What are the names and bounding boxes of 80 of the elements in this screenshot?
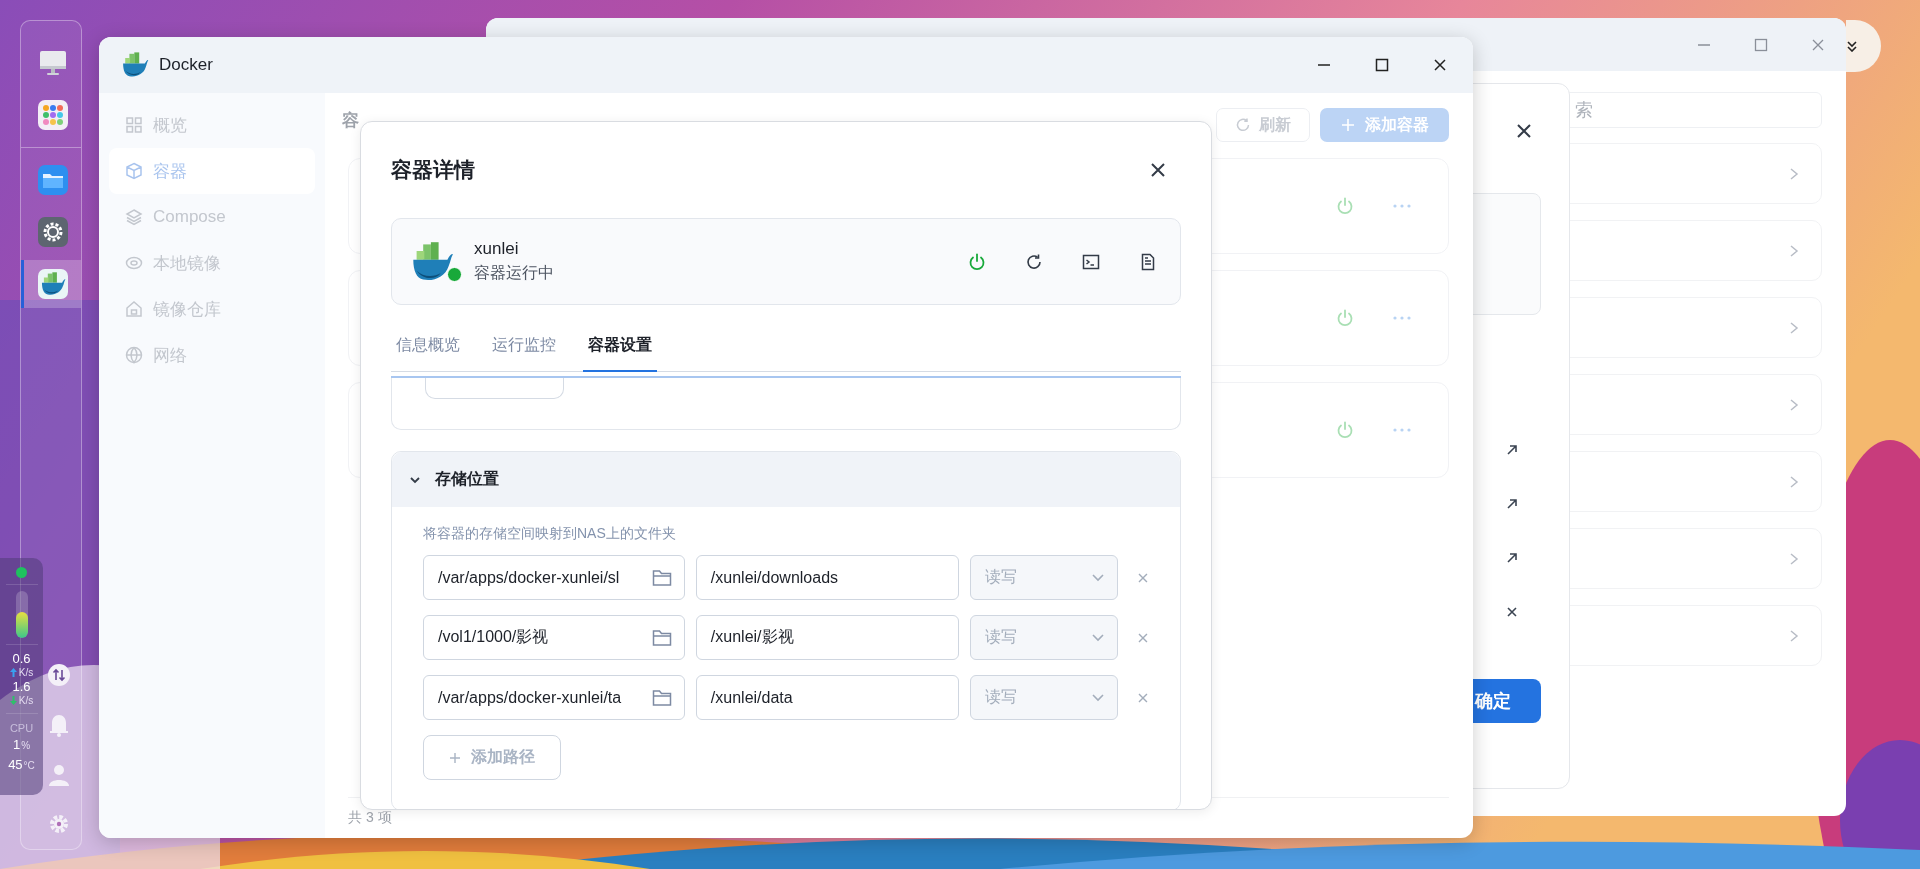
folder-icon (36, 164, 69, 196)
globe-icon (125, 346, 143, 364)
more-icon[interactable] (1393, 428, 1411, 432)
plus-icon (1340, 118, 1355, 132)
bell-icon[interactable] (48, 713, 70, 737)
up-arrow-icon (9, 668, 17, 677)
double-chevron-icon (1847, 40, 1857, 52)
arrow-icon[interactable] (1505, 497, 1519, 511)
power-icon[interactable] (1335, 196, 1355, 216)
item-count: 共 3 项 (348, 809, 392, 827)
close-icon[interactable] (1505, 605, 1519, 619)
memory-gauge (15, 591, 28, 638)
down-arrow-icon (9, 696, 17, 705)
close-icon[interactable] (1149, 161, 1167, 179)
remove-icon[interactable] (1137, 631, 1149, 644)
cpu-label: CPU (9, 721, 34, 736)
user-icon[interactable] (48, 763, 70, 787)
cpu-usage: 1 (12, 737, 21, 752)
add-container-button[interactable]: 添加容器 (1320, 108, 1449, 142)
power-icon[interactable] (1335, 420, 1355, 440)
transfer-icon[interactable] (47, 663, 71, 687)
chevron-icon (1789, 243, 1799, 258)
gear-icon (36, 216, 69, 248)
close-icon[interactable] (1515, 122, 1533, 140)
tab[interactable]: 信息概览 (391, 321, 465, 372)
folder-icon[interactable] (651, 628, 672, 647)
sidebar-item[interactable]: 容器 (109, 148, 315, 194)
layers-icon (125, 208, 143, 226)
settings-icon[interactable] (48, 813, 70, 835)
app-grid-icon (36, 99, 69, 131)
plus-icon (449, 751, 461, 764)
arrow-icon[interactable] (1505, 551, 1519, 565)
dialog-title: 容器详情 (391, 157, 475, 183)
disc-icon (125, 254, 143, 272)
refresh-icon (1235, 117, 1251, 133)
power-icon[interactable] (967, 251, 987, 272)
chevron-icon (1789, 397, 1799, 412)
close-icon[interactable] (1433, 58, 1447, 72)
chevron-icon (1789, 474, 1799, 489)
folder-icon[interactable] (651, 568, 672, 587)
temperature-unit: °C (23, 759, 35, 773)
house-icon (125, 300, 143, 318)
remove-icon[interactable] (1137, 691, 1149, 704)
speed-unit: K/s (18, 694, 34, 707)
whale-icon (39, 271, 66, 297)
container-status: 容器运行中 (474, 263, 554, 283)
grid-icon (125, 116, 143, 134)
download-speed: 1.6 (12, 679, 31, 694)
chevron-icon (1789, 320, 1799, 335)
chevron-icon (1789, 628, 1799, 643)
power-icon[interactable] (1335, 308, 1355, 328)
whale-icon (121, 51, 149, 79)
caret-icon (1091, 572, 1106, 583)
arrow-icon[interactable] (1505, 443, 1519, 457)
chevron-icon (1789, 551, 1799, 566)
dock-item[interactable] (21, 260, 81, 308)
confirm-button[interactable]: 确定 (1473, 679, 1541, 723)
section-title: 存储位置 (435, 469, 499, 489)
upload-speed: 0.6 (12, 651, 31, 666)
tab[interactable]: 容器设置 (583, 321, 657, 372)
search-placeholder: 索 (1575, 99, 1593, 122)
percent-unit: % (21, 739, 31, 753)
folder-icon[interactable] (651, 688, 672, 707)
more-icon[interactable] (1393, 204, 1411, 208)
caret-icon (1091, 692, 1106, 703)
window-title: Docker (159, 55, 213, 75)
maximize-icon[interactable] (1375, 58, 1389, 72)
speed-unit: K/s (18, 666, 34, 679)
container-name: xunlei (474, 239, 520, 259)
more-icon[interactable] (1393, 316, 1411, 320)
cube-icon (125, 162, 143, 180)
caret-icon (1091, 632, 1106, 643)
section-header[interactable]: 存储位置 (392, 452, 1180, 507)
section-description: 将容器的存储空间映射到NAS上的文件夹 (423, 525, 677, 543)
remove-icon[interactable] (1137, 571, 1149, 584)
chevron-icon (1789, 166, 1799, 181)
page-heading: 容 (342, 110, 359, 132)
status-dot-icon (16, 567, 27, 578)
tab[interactable]: 运行监控 (487, 321, 561, 372)
temperature: 45 (8, 757, 23, 772)
